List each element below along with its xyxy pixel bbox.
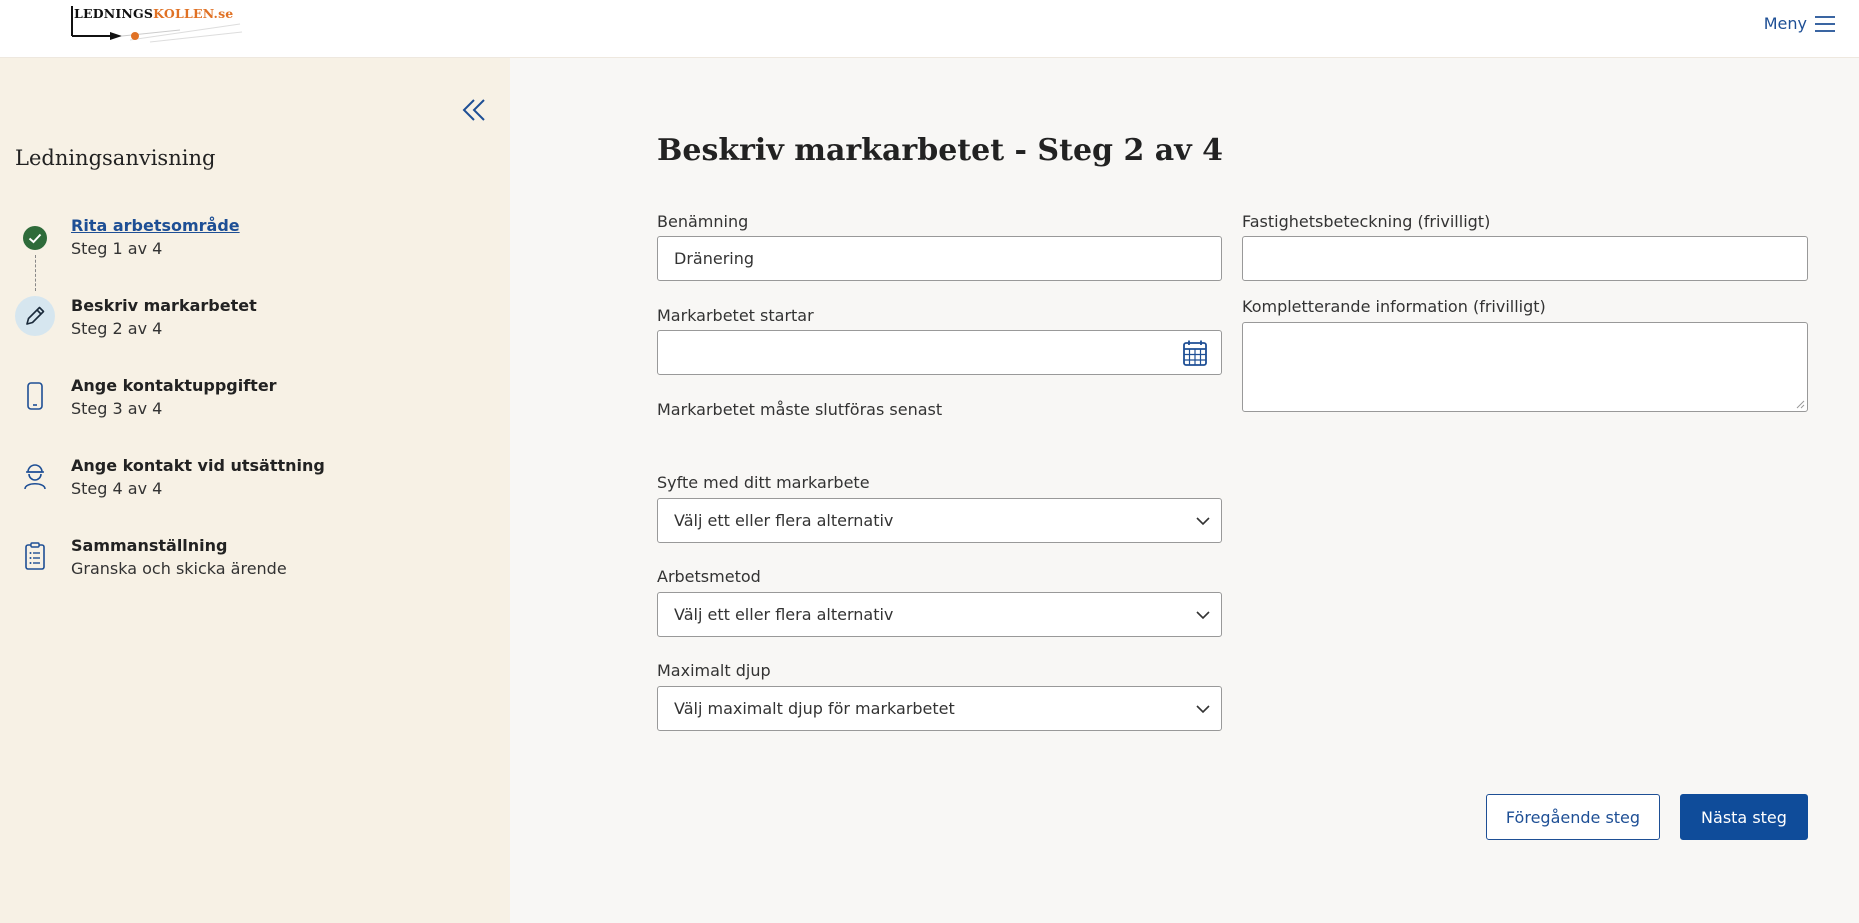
name-label: Benämning <box>657 212 749 231</box>
sidebar-step-3-sub: Steg 3 av 4 <box>71 399 163 418</box>
info-label: Kompletterande information (frivilligt) <box>1242 297 1546 316</box>
pencil-icon <box>15 296 55 336</box>
name-input-value: Dränering <box>674 249 755 268</box>
worker-icon <box>15 456 55 496</box>
sidebar-step-4-label: Ange kontakt vid utsättning <box>71 456 325 475</box>
property-label: Fastighetsbeteckning (frivilligt) <box>1242 212 1491 231</box>
sidebar-step-4-sub: Steg 4 av 4 <box>71 479 163 498</box>
menu-button[interactable]: Meny <box>1764 14 1835 33</box>
method-select[interactable]: Välj ett eller flera alternativ <box>657 592 1222 637</box>
check-circle-icon <box>15 218 55 258</box>
sidebar-title: Ledningsanvisning <box>15 146 216 170</box>
purpose-select-value: Välj ett eller flera alternativ <box>674 511 894 530</box>
clipboard-icon <box>15 536 55 576</box>
sidebar-step-1-sub: Steg 1 av 4 <box>71 239 163 258</box>
chevron-down-icon <box>1196 516 1210 525</box>
info-textarea[interactable] <box>1242 322 1808 412</box>
depth-select[interactable]: Välj maximalt djup för markarbetet <box>657 686 1222 731</box>
page-title: Beskriv markarbetet - Steg 2 av 4 <box>657 133 1223 168</box>
mobile-phone-icon <box>15 376 55 416</box>
sidebar-step-2-label: Beskriv markarbetet <box>71 296 257 315</box>
resize-grip-icon[interactable] <box>1795 399 1805 409</box>
purpose-select[interactable]: Välj ett eller flera alternativ <box>657 498 1222 543</box>
sidebar-step-5-label: Sammanställning <box>71 536 228 555</box>
site-logo[interactable]: LEDNINGSKOLLEN.se <box>70 4 245 46</box>
top-header: LEDNINGSKOLLEN.se Meny <box>0 0 1859 58</box>
sidebar-step-3: Ange kontaktuppgifter Steg 3 av 4 <box>0 376 510 436</box>
method-label: Arbetsmetod <box>657 567 761 586</box>
menu-label: Meny <box>1763 14 1807 33</box>
depth-select-value: Välj maximalt djup för markarbetet <box>674 699 955 718</box>
sidebar-step-4: Ange kontakt vid utsättning Steg 4 av 4 <box>0 456 510 516</box>
start-date-input[interactable] <box>657 330 1222 375</box>
sidebar-step-2-sub: Steg 2 av 4 <box>71 319 163 338</box>
property-input[interactable] <box>1242 236 1808 281</box>
hamburger-icon <box>1815 15 1835 32</box>
sidebar-step-2: Beskriv markarbetet Steg 2 av 4 <box>0 296 510 356</box>
sidebar-step-1[interactable]: Rita arbetsområde Steg 1 av 4 <box>0 216 510 276</box>
main-content: Beskriv markarbetet - Steg 2 av 4 Benämn… <box>510 58 1859 923</box>
logo-graphic <box>71 6 243 43</box>
calendar-icon[interactable] <box>1183 340 1207 366</box>
next-step-button[interactable]: Nästa steg <box>1680 794 1808 840</box>
sidebar-step-1-label[interactable]: Rita arbetsområde <box>71 216 240 235</box>
start-date-label: Markarbetet startar <box>657 306 814 325</box>
double-chevron-left-icon <box>462 99 485 121</box>
depth-label: Maximalt djup <box>657 661 771 680</box>
previous-step-button[interactable]: Föregående steg <box>1486 794 1660 840</box>
method-select-value: Välj ett eller flera alternativ <box>674 605 894 624</box>
end-date-text: Markarbetet måste slutföras senast <box>657 400 943 419</box>
chevron-down-icon <box>1196 610 1210 619</box>
sidebar-step-3-label: Ange kontaktuppgifter <box>71 376 277 395</box>
purpose-label: Syfte med ditt markarbete <box>657 473 870 492</box>
collapse-sidebar-button[interactable] <box>460 96 488 124</box>
chevron-down-icon <box>1196 704 1210 713</box>
sidebar-step-5: Sammanställning Granska och skicka ärend… <box>0 536 510 596</box>
name-input[interactable]: Dränering <box>657 236 1222 281</box>
sidebar-step-5-sub: Granska och skicka ärende <box>71 559 287 578</box>
